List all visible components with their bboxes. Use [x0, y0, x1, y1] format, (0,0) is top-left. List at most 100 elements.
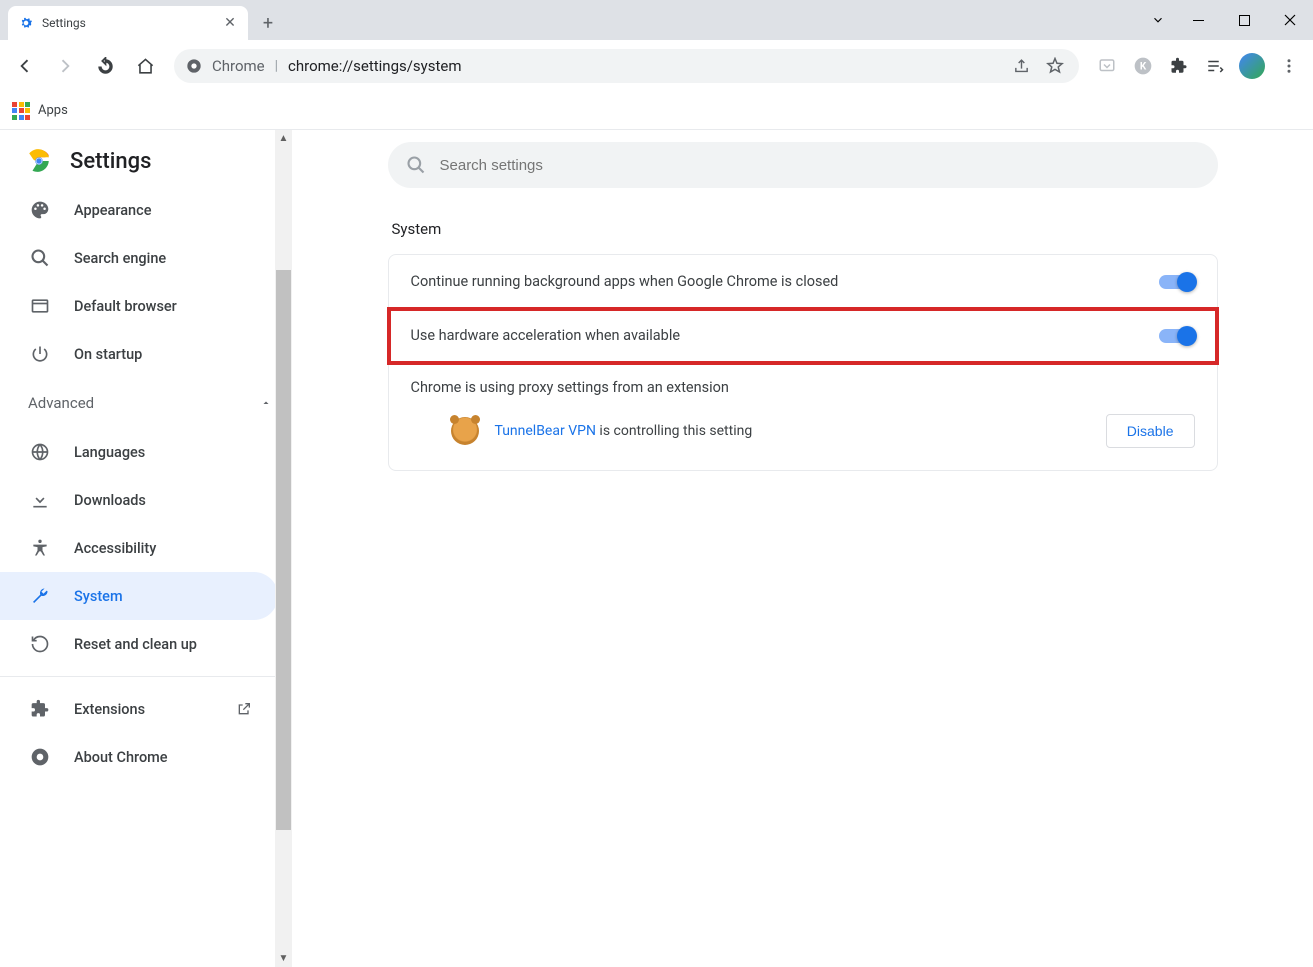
sidebar-scrollbar[interactable]: ▲ ▼: [275, 130, 292, 967]
search-settings-bar[interactable]: [388, 142, 1218, 188]
setting-row-proxy: Chrome is using proxy settings from an e…: [389, 363, 1217, 470]
address-bar[interactable]: Chrome | chrome://settings/system: [174, 49, 1079, 83]
url-text: chrome://settings/system: [288, 57, 999, 75]
sidebar-item-system[interactable]: System: [0, 572, 278, 620]
palette-icon: [30, 200, 50, 220]
setting-label: Continue running background apps when Go…: [411, 273, 839, 290]
section-title: System: [388, 220, 1218, 238]
globe-icon: [30, 442, 50, 462]
sidebar-divider: [0, 676, 292, 677]
sidebar-item-label: About Chrome: [74, 749, 168, 766]
sidebar-item-search-engine[interactable]: Search engine: [0, 234, 278, 282]
setting-row-hardware-accel: Use hardware acceleration when available: [389, 309, 1217, 363]
disable-button[interactable]: Disable: [1106, 414, 1195, 448]
sidebar-item-label: Appearance: [74, 202, 151, 219]
accessibility-icon: [30, 538, 50, 558]
reload-button[interactable]: [88, 49, 122, 83]
setting-label: Use hardware acceleration when available: [411, 327, 681, 344]
pocket-icon[interactable]: [1091, 50, 1123, 82]
settings-header: Settings: [0, 130, 292, 186]
sidebar-item-label: Default browser: [74, 298, 177, 315]
bookmarks-bar: Apps: [0, 92, 1313, 130]
new-tab-button[interactable]: +: [254, 9, 282, 37]
sidebar-item-label: Extensions: [74, 701, 145, 718]
sidebar-item-downloads[interactable]: Downloads: [0, 476, 278, 524]
scroll-down-arrow[interactable]: ▼: [275, 950, 292, 967]
extension-suffix: is controlling this setting: [596, 423, 752, 439]
power-icon: [30, 344, 50, 364]
search-input[interactable]: [440, 157, 1200, 174]
system-settings-card: Continue running background apps when Go…: [388, 254, 1218, 471]
toggle-background-apps[interactable]: [1159, 275, 1195, 289]
chevron-up-icon: [260, 397, 272, 409]
settings-content: System Continue running background apps …: [292, 130, 1313, 967]
url-prefix: Chrome: [212, 57, 265, 75]
browser-icon: [30, 296, 50, 316]
tunnelbear-icon: [451, 417, 479, 445]
maximize-button[interactable]: [1221, 5, 1267, 35]
profile-avatar[interactable]: [1239, 53, 1265, 79]
chevron-down-icon[interactable]: [1141, 5, 1175, 35]
page-title: Settings: [70, 149, 151, 174]
external-link-icon: [236, 701, 252, 717]
apps-label[interactable]: Apps: [38, 103, 68, 118]
minimize-button[interactable]: [1175, 5, 1221, 35]
window-controls: [1141, 0, 1313, 40]
search-icon: [406, 155, 426, 175]
url-divider: |: [275, 58, 278, 74]
close-icon[interactable]: ✕: [222, 15, 238, 31]
sidebar-item-extensions[interactable]: Extensions: [0, 685, 278, 733]
proxy-extension-text: TunnelBear VPN is controlling this setti…: [495, 423, 753, 439]
sidebar-item-label: Accessibility: [74, 540, 156, 557]
tab-title: Settings: [42, 16, 214, 30]
settings-page: Settings Appearance Search engine Defaul…: [0, 130, 1313, 967]
restore-icon: [30, 634, 50, 654]
sidebar-item-label: Languages: [74, 444, 145, 461]
sidebar-item-label: Search engine: [74, 250, 166, 267]
reading-list-icon[interactable]: [1199, 50, 1231, 82]
home-button[interactable]: [128, 49, 162, 83]
k-badge-icon[interactable]: K: [1127, 50, 1159, 82]
sidebar-item-languages[interactable]: Languages: [0, 428, 278, 476]
chrome-logo-icon: [26, 148, 52, 174]
sidebar-item-label: On startup: [74, 346, 142, 363]
setting-row-background-apps: Continue running background apps when Go…: [389, 255, 1217, 309]
chrome-small-icon: [30, 747, 50, 767]
toolbar-right: K: [1091, 50, 1305, 82]
sidebar-item-on-startup[interactable]: On startup: [0, 330, 278, 378]
sidebar-section-advanced[interactable]: Advanced: [0, 378, 292, 428]
toggle-hardware-accel[interactable]: [1159, 329, 1195, 343]
back-button[interactable]: [8, 49, 42, 83]
extensions-icon[interactable]: [1163, 50, 1195, 82]
settings-sidebar: Settings Appearance Search engine Defaul…: [0, 130, 292, 967]
close-window-button[interactable]: [1267, 5, 1313, 35]
menu-dots-icon[interactable]: [1273, 50, 1305, 82]
window-titlebar: Settings ✕ +: [0, 0, 1313, 40]
sidebar-item-default-browser[interactable]: Default browser: [0, 282, 278, 330]
scroll-up-arrow[interactable]: ▲: [275, 130, 292, 147]
proxy-label: Chrome is using proxy settings from an e…: [411, 379, 1195, 396]
gear-icon: [18, 15, 34, 31]
apps-grid-icon[interactable]: [12, 102, 30, 120]
browser-toolbar: Chrome | chrome://settings/system K: [0, 40, 1313, 92]
chrome-icon: [186, 58, 202, 74]
svg-text:K: K: [1140, 61, 1147, 72]
share-icon[interactable]: [1009, 58, 1033, 75]
sidebar-item-label: System: [74, 588, 123, 605]
search-icon: [30, 248, 50, 268]
puzzle-icon: [30, 699, 50, 719]
sidebar-item-label: Reset and clean up: [74, 636, 197, 653]
forward-button[interactable]: [48, 49, 82, 83]
sidebar-item-label: Downloads: [74, 492, 146, 509]
sidebar-item-accessibility[interactable]: Accessibility: [0, 524, 278, 572]
sidebar-item-reset[interactable]: Reset and clean up: [0, 620, 278, 668]
scrollbar-thumb[interactable]: [276, 270, 291, 830]
download-icon: [30, 490, 50, 510]
sidebar-item-about[interactable]: About Chrome: [0, 733, 278, 781]
extension-link[interactable]: TunnelBear VPN: [495, 423, 596, 439]
wrench-icon: [30, 586, 50, 606]
sidebar-item-appearance[interactable]: Appearance: [0, 186, 278, 234]
browser-tab[interactable]: Settings ✕: [8, 6, 248, 40]
section-label: Advanced: [28, 394, 94, 412]
bookmark-star-icon[interactable]: [1043, 57, 1067, 75]
